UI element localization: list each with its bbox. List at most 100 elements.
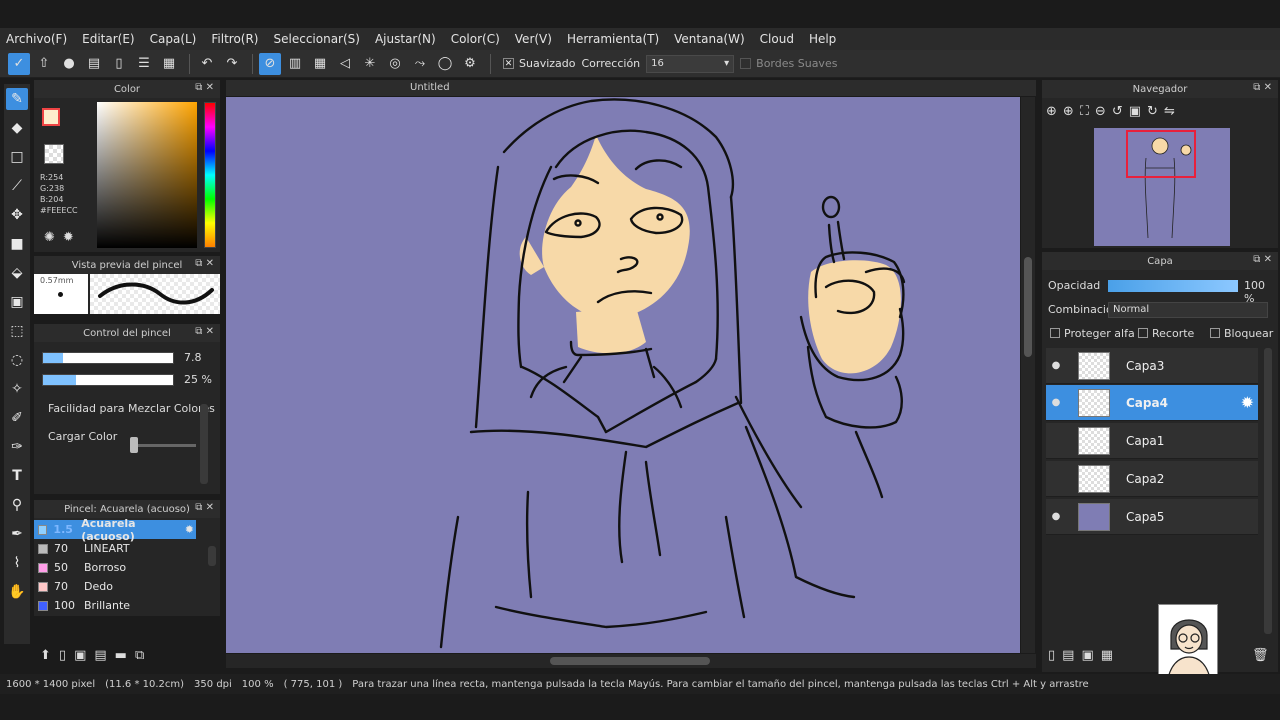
menu-tool[interactable]: Herramienta(T) [567,32,659,46]
move-tool-icon[interactable]: ✥ [6,204,28,226]
hand-tool-icon[interactable]: ✋ [6,581,28,603]
snap-radial-icon[interactable]: ✳ [359,53,381,75]
menu-edit[interactable]: Editar(E) [82,32,134,46]
delete-layer-icon[interactable]: 🗑 [1252,648,1269,663]
protect-alpha-checkbox[interactable] [1050,328,1060,338]
cloud-sync-icon[interactable]: ✓ [8,52,30,75]
brush-item[interactable]: 70 Dedo [34,577,196,596]
gear-icon[interactable]: ✹ [185,523,194,536]
layer-row[interactable]: Capa2 [1046,461,1258,497]
undo-icon[interactable]: ↶ [196,53,218,75]
pen-tool-icon[interactable]: ✒ [6,523,28,545]
canvas-tab[interactable]: Untitled [226,80,1036,96]
chat-icon[interactable]: ▤ [83,53,105,75]
zoom-in-icon[interactable]: ⊕ [1046,104,1057,119]
shape-tool-icon[interactable]: □ [6,146,28,168]
panel-controls-icon[interactable]: ⧉ ✕ [195,502,214,513]
gradient-tool-icon[interactable]: ▣ [6,291,28,313]
canvas-vertical-scrollbar[interactable] [1021,97,1035,653]
navigator-thumbnail[interactable] [1094,128,1230,246]
brush-tool-icon[interactable]: ✎ [6,88,28,110]
copy-brush-icon[interactable]: ⧉ [135,648,144,663]
protect-alpha-option[interactable]: Proteger alfa [1050,327,1135,340]
zoom-in-alt-icon[interactable]: ⊕ [1063,104,1074,119]
vertical-scroll-thumb[interactable] [1024,257,1032,357]
snap-grid-icon[interactable]: ▦ [309,53,331,75]
visibility-icon[interactable]: ● [1046,360,1066,371]
brush-item[interactable]: 1.5 Acuarela (acuoso) ✹ [34,517,196,543]
brush-settings-icon[interactable]: ▤ [94,648,106,663]
correction-select[interactable]: 16 ▾ [646,54,735,73]
hue-slider[interactable] [204,102,216,248]
new-layer-icon[interactable]: ▯ [1048,648,1055,663]
magic-wand-icon[interactable]: ✧ [6,378,28,400]
palette-icon[interactable]: ✹ [63,230,74,245]
panel-controls-icon[interactable]: ⧉ ✕ [195,82,214,93]
layer-row[interactable]: ● Capa4 ✹ [1046,385,1258,421]
lock-checkbox[interactable] [1210,328,1220,338]
select-tool-icon[interactable]: ⬚ [6,320,28,342]
snap-circle-icon[interactable]: ◯ [434,53,456,75]
panel-controls-icon[interactable]: ⧉ ✕ [1253,82,1272,93]
snap-concentric-icon[interactable]: ◎ [384,53,406,75]
layer-row[interactable]: ● Capa3 [1046,348,1258,384]
brush-list-scrollbar[interactable] [208,546,216,566]
add-layer-icon[interactable]: ▦ [1101,648,1113,663]
snap-perspective-icon[interactable]: ◁ [334,53,356,75]
eyedropper-tool-icon[interactable]: ⌇ [6,552,28,574]
new-layer-alt-icon[interactable]: ▤ [1062,648,1074,663]
menu-layer[interactable]: Capa(L) [150,32,197,46]
drawing-canvas[interactable] [226,97,1020,653]
soft-edges-checkbox[interactable] [740,58,752,69]
menu-filter[interactable]: Filtro(R) [211,32,258,46]
saturation-value-picker[interactable] [97,102,197,248]
zoom-out-icon[interactable]: ⊖ [1095,104,1106,119]
list-icon[interactable]: ☰ [133,53,155,75]
brush-control-scrollbar[interactable] [200,404,208,484]
layer-row[interactable]: ● Capa5 [1046,499,1258,535]
flip-icon[interactable]: ⇋ [1164,104,1175,119]
visibility-icon[interactable]: ● [1046,397,1066,408]
grid-icon[interactable]: ▦ [158,53,180,75]
menu-cloud[interactable]: Cloud [760,32,794,46]
document-icon[interactable]: ▯ [108,53,130,75]
snap-off-icon[interactable]: ⊘ [259,52,281,75]
export-icon[interactable]: ⇧ [33,53,55,75]
background-color-swatch[interactable] [44,144,64,164]
new-brush-icon[interactable]: ▯ [59,648,66,663]
foreground-color-swatch[interactable] [42,108,60,126]
smoothing-checkbox[interactable]: ✕ [503,58,514,69]
panel-controls-icon[interactable]: ⧉ ✕ [195,258,214,269]
brush-opacity-slider[interactable] [42,374,174,386]
menu-help[interactable]: Help [809,32,836,46]
load-color-knob[interactable] [130,437,138,453]
color-wheel-icon[interactable]: ✺ [44,230,55,245]
line-tool-icon[interactable]: ⟋ [6,175,28,197]
actual-size-icon[interactable]: ▣ [1129,104,1141,119]
clip-checkbox[interactable] [1138,328,1148,338]
horizontal-scroll-thumb[interactable] [550,657,710,665]
upload-brush-icon[interactable]: ⬆ [40,648,51,663]
brush-size-slider[interactable] [42,352,174,364]
menu-view[interactable]: Ver(V) [515,32,552,46]
comment-icon[interactable]: ● [58,53,80,75]
text-tool-icon[interactable]: T [6,465,28,487]
clip-option[interactable]: Recorte [1138,327,1194,340]
rotate-right-icon[interactable]: ↻ [1147,104,1158,119]
eraser-tool-icon[interactable]: ◆ [6,117,28,139]
snap-settings-icon[interactable]: ⚙ [459,53,481,75]
visibility-icon[interactable]: ● [1046,511,1066,522]
select-pen-icon[interactable]: ✐ [6,407,28,429]
lasso-tool-icon[interactable]: ◌ [6,349,28,371]
menu-color[interactable]: Color(C) [451,32,500,46]
panel-controls-icon[interactable]: ⧉ ✕ [195,326,214,337]
snap-parallel-icon[interactable]: ▥ [284,53,306,75]
navigator-view-box[interactable] [1126,130,1196,178]
fill-rect-tool-icon[interactable]: ■ [6,233,28,255]
menu-window[interactable]: Ventana(W) [674,32,745,46]
canvas-horizontal-scrollbar[interactable] [226,654,1036,668]
layer-list-scrollbar[interactable] [1264,348,1272,634]
brush-folder-icon[interactable]: ▬ [115,648,127,663]
blend-mode-select[interactable]: Normal [1108,302,1268,318]
lock-option[interactable]: Bloquear [1210,327,1273,340]
